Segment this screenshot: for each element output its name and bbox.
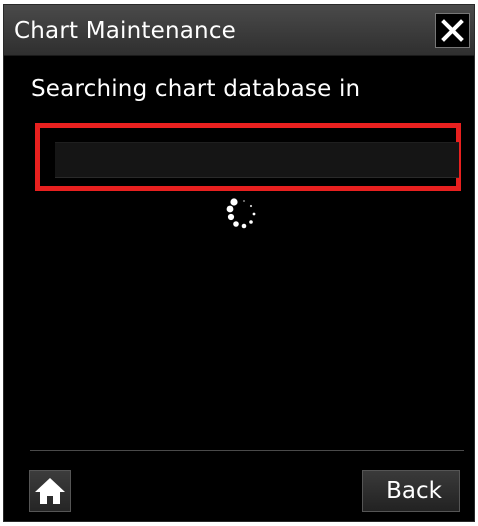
back-button[interactable]: Back: [362, 470, 460, 512]
close-icon: [441, 19, 464, 42]
chart-maintenance-dialog: Chart Maintenance Searching chart databa…: [3, 4, 475, 522]
footer-divider: [30, 450, 464, 451]
loading-spinner-icon: [226, 198, 256, 229]
window-title: Chart Maintenance: [14, 18, 237, 44]
database-path-field: [55, 142, 459, 178]
status-message: Searching chart database in: [31, 76, 361, 102]
close-button[interactable]: [435, 13, 470, 48]
home-icon: [35, 478, 65, 504]
title-bar: Chart Maintenance: [4, 5, 474, 56]
home-button[interactable]: [29, 470, 71, 512]
